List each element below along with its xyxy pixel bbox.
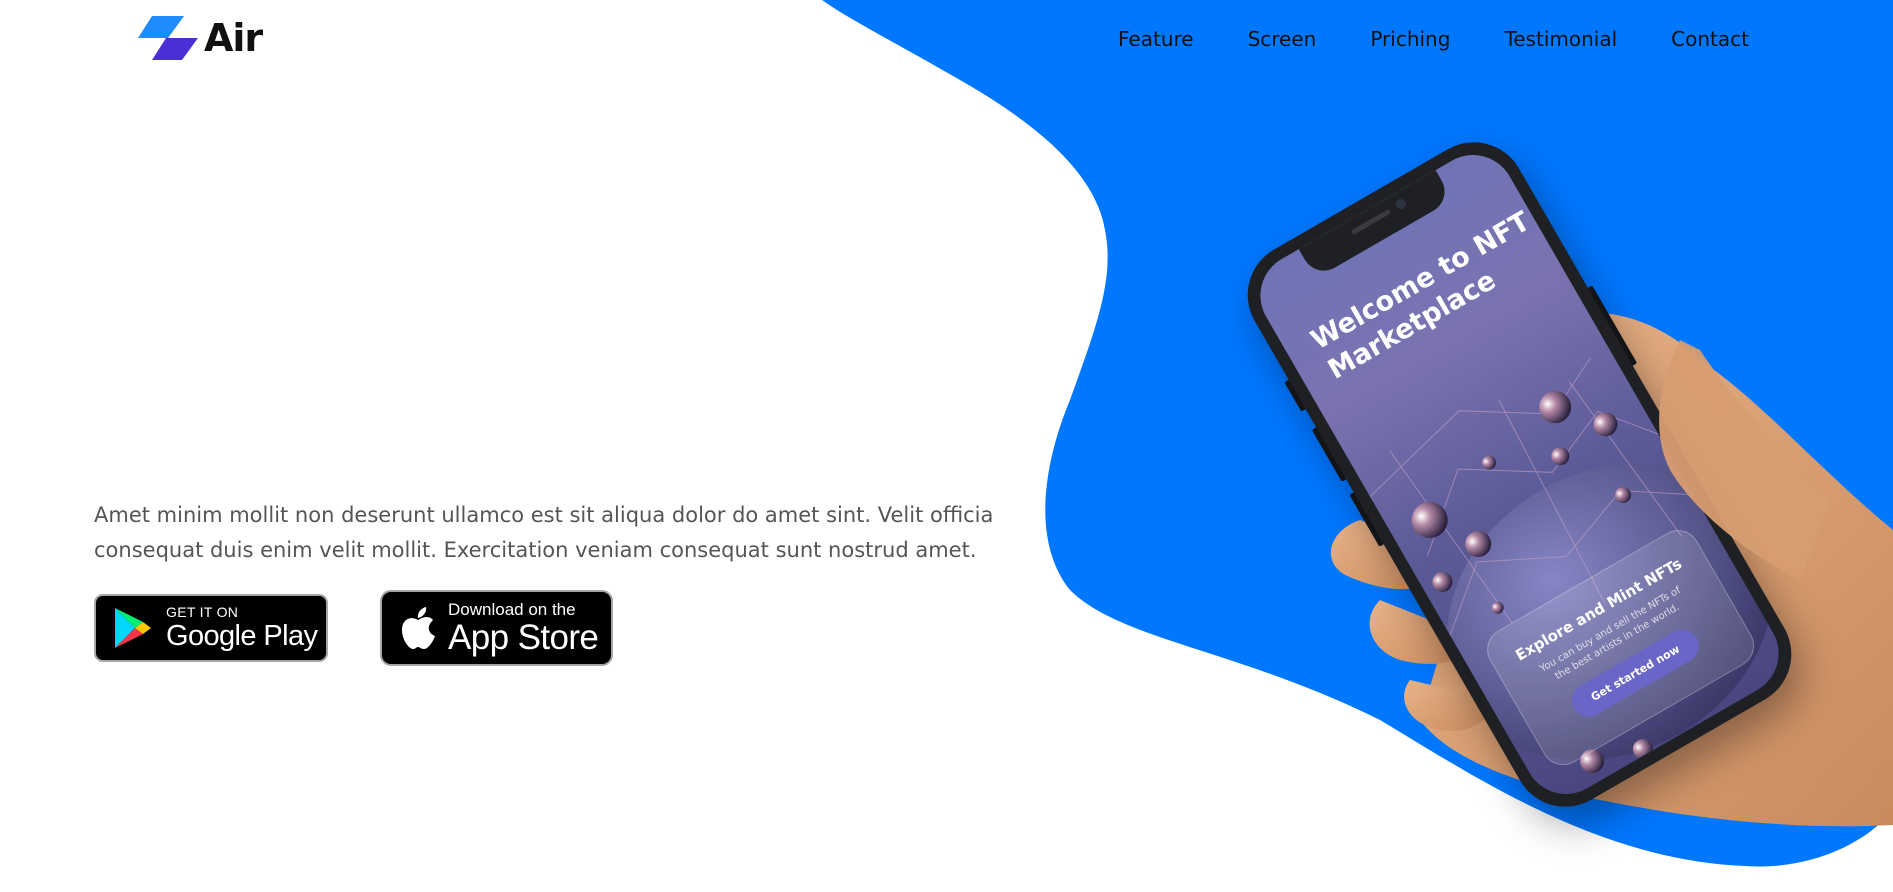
phone-camera xyxy=(1393,197,1408,212)
